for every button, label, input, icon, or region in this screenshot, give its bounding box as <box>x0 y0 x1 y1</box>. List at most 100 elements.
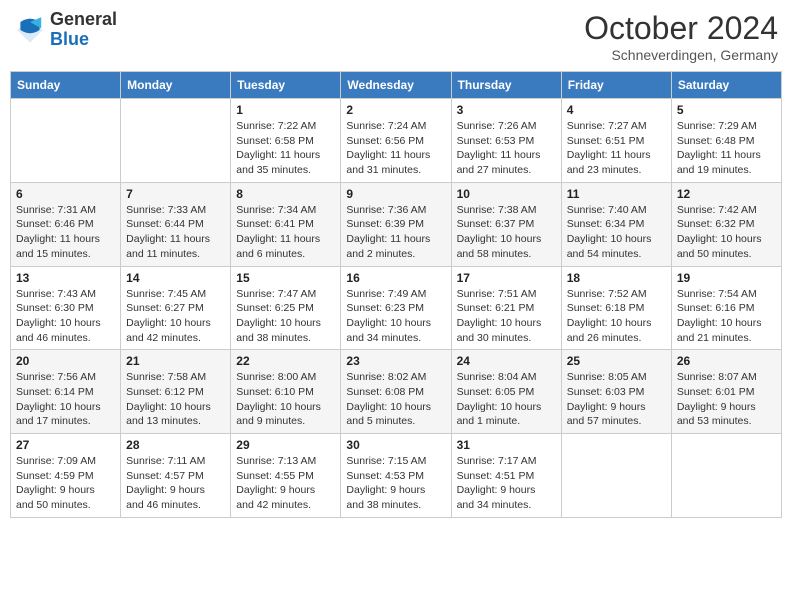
logo: General Blue <box>14 10 117 50</box>
day-info: Sunrise: 7:49 AM Sunset: 6:23 PM Dayligh… <box>346 287 445 346</box>
day-info: Sunrise: 7:52 AM Sunset: 6:18 PM Dayligh… <box>567 287 666 346</box>
calendar: SundayMondayTuesdayWednesdayThursdayFrid… <box>10 71 782 518</box>
logo-icon <box>14 14 46 46</box>
day-number: 12 <box>677 187 776 201</box>
calendar-cell: 26 Sunrise: 8:07 AM Sunset: 6:01 PM Dayli… <box>671 350 781 434</box>
day-info: Sunrise: 7:36 AM Sunset: 6:39 PM Dayligh… <box>346 203 445 262</box>
day-number: 9 <box>346 187 445 201</box>
day-number: 6 <box>16 187 115 201</box>
day-number: 10 <box>457 187 556 201</box>
calendar-cell: 20Sunrise: 7:56 AM Sunset: 6:14 PM Dayli… <box>11 350 121 434</box>
calendar-week-4: 20Sunrise: 7:56 AM Sunset: 6:14 PM Dayli… <box>11 350 782 434</box>
day-info: Sunrise: 7:54 AM Sunset: 6:16 PM Dayligh… <box>677 287 776 346</box>
month-title: October 2024 <box>584 10 778 47</box>
calendar-header: SundayMondayTuesdayWednesdayThursdayFrid… <box>11 72 782 99</box>
calendar-cell: 18 Sunrise: 7:52 AM Sunset: 6:18 PM Dayli… <box>561 266 671 350</box>
calendar-cell: 24Sunrise: 8:04 AM Sunset: 6:05 PM Dayli… <box>451 350 561 434</box>
calendar-cell: 12 Sunrise: 7:42 AM Sunset: 6:32 PM Dayli… <box>671 182 781 266</box>
day-number: 7 <box>126 187 225 201</box>
day-info: Sunrise: 7:31 AM Sunset: 6:46 PM Dayligh… <box>16 203 115 262</box>
weekday-header-thursday: Thursday <box>451 72 561 99</box>
day-number: 17 <box>457 271 556 285</box>
day-number: 14 <box>126 271 225 285</box>
day-info: Sunrise: 8:00 AM Sunset: 6:10 PM Dayligh… <box>236 370 335 429</box>
calendar-body: 1 Sunrise: 7:22 AM Sunset: 6:58 PM Daylig… <box>11 99 782 518</box>
weekday-header-saturday: Saturday <box>671 72 781 99</box>
calendar-cell: 21Sunrise: 7:58 AM Sunset: 6:12 PM Dayli… <box>121 350 231 434</box>
title-area: October 2024 Schneverdingen, Germany <box>584 10 778 63</box>
day-info: Sunrise: 7:22 AM Sunset: 6:58 PM Dayligh… <box>236 119 335 178</box>
day-info: Sunrise: 7:34 AM Sunset: 6:41 PM Dayligh… <box>236 203 335 262</box>
calendar-cell: 27Sunrise: 7:09 AM Sunset: 4:59 PM Dayli… <box>11 434 121 518</box>
day-number: 11 <box>567 187 666 201</box>
day-number: 20 <box>16 354 115 368</box>
calendar-cell: 23 Sunrise: 8:02 AM Sunset: 6:08 PM Dayli… <box>341 350 451 434</box>
calendar-cell: 16 Sunrise: 7:49 AM Sunset: 6:23 PM Dayli… <box>341 266 451 350</box>
calendar-cell: 6 Sunrise: 7:31 AM Sunset: 6:46 PM Daylig… <box>11 182 121 266</box>
day-info: Sunrise: 8:04 AM Sunset: 6:05 PM Dayligh… <box>457 370 556 429</box>
day-number: 31 <box>457 438 556 452</box>
calendar-cell: 3 Sunrise: 7:26 AM Sunset: 6:53 PM Daylig… <box>451 99 561 183</box>
day-number: 19 <box>677 271 776 285</box>
day-info: Sunrise: 8:05 AM Sunset: 6:03 PM Dayligh… <box>567 370 666 429</box>
calendar-cell: 15Sunrise: 7:47 AM Sunset: 6:25 PM Dayli… <box>231 266 341 350</box>
calendar-cell <box>121 99 231 183</box>
calendar-week-2: 6 Sunrise: 7:31 AM Sunset: 6:46 PM Daylig… <box>11 182 782 266</box>
calendar-cell: 7 Sunrise: 7:33 AM Sunset: 6:44 PM Daylig… <box>121 182 231 266</box>
day-info: Sunrise: 7:17 AM Sunset: 4:51 PM Dayligh… <box>457 454 556 513</box>
calendar-cell: 2Sunrise: 7:24 AM Sunset: 6:56 PM Daylig… <box>341 99 451 183</box>
day-info: Sunrise: 7:26 AM Sunset: 6:53 PM Dayligh… <box>457 119 556 178</box>
day-number: 5 <box>677 103 776 117</box>
day-info: Sunrise: 7:27 AM Sunset: 6:51 PM Dayligh… <box>567 119 666 178</box>
day-number: 25 <box>567 354 666 368</box>
day-info: Sunrise: 8:02 AM Sunset: 6:08 PM Dayligh… <box>346 370 445 429</box>
day-info: Sunrise: 7:40 AM Sunset: 6:34 PM Dayligh… <box>567 203 666 262</box>
calendar-week-3: 13 Sunrise: 7:43 AM Sunset: 6:30 PM Dayli… <box>11 266 782 350</box>
day-number: 26 <box>677 354 776 368</box>
calendar-cell <box>11 99 121 183</box>
weekday-header-tuesday: Tuesday <box>231 72 341 99</box>
day-number: 3 <box>457 103 556 117</box>
weekday-header-sunday: Sunday <box>11 72 121 99</box>
day-number: 15 <box>236 271 335 285</box>
day-number: 16 <box>346 271 445 285</box>
calendar-week-5: 27Sunrise: 7:09 AM Sunset: 4:59 PM Dayli… <box>11 434 782 518</box>
calendar-cell: 1 Sunrise: 7:22 AM Sunset: 6:58 PM Daylig… <box>231 99 341 183</box>
day-info: Sunrise: 7:11 AM Sunset: 4:57 PM Dayligh… <box>126 454 225 513</box>
day-number: 13 <box>16 271 115 285</box>
day-number: 18 <box>567 271 666 285</box>
day-info: Sunrise: 7:13 AM Sunset: 4:55 PM Dayligh… <box>236 454 335 513</box>
day-info: Sunrise: 7:38 AM Sunset: 6:37 PM Dayligh… <box>457 203 556 262</box>
day-info: Sunrise: 7:29 AM Sunset: 6:48 PM Dayligh… <box>677 119 776 178</box>
day-number: 30 <box>346 438 445 452</box>
day-number: 29 <box>236 438 335 452</box>
calendar-cell <box>561 434 671 518</box>
calendar-cell: 13 Sunrise: 7:43 AM Sunset: 6:30 PM Dayli… <box>11 266 121 350</box>
day-info: Sunrise: 7:42 AM Sunset: 6:32 PM Dayligh… <box>677 203 776 262</box>
weekday-header-monday: Monday <box>121 72 231 99</box>
day-info: Sunrise: 7:24 AM Sunset: 6:56 PM Dayligh… <box>346 119 445 178</box>
calendar-cell: 5 Sunrise: 7:29 AM Sunset: 6:48 PM Daylig… <box>671 99 781 183</box>
weekday-header-friday: Friday <box>561 72 671 99</box>
calendar-cell: 30Sunrise: 7:15 AM Sunset: 4:53 PM Dayli… <box>341 434 451 518</box>
day-info: Sunrise: 7:51 AM Sunset: 6:21 PM Dayligh… <box>457 287 556 346</box>
calendar-cell: 22Sunrise: 8:00 AM Sunset: 6:10 PM Dayli… <box>231 350 341 434</box>
calendar-cell <box>671 434 781 518</box>
weekday-header-row: SundayMondayTuesdayWednesdayThursdayFrid… <box>11 72 782 99</box>
calendar-cell: 31 Sunrise: 7:17 AM Sunset: 4:51 PM Dayli… <box>451 434 561 518</box>
day-number: 1 <box>236 103 335 117</box>
calendar-cell: 25 Sunrise: 8:05 AM Sunset: 6:03 PM Dayli… <box>561 350 671 434</box>
day-number: 23 <box>346 354 445 368</box>
calendar-cell: 10 Sunrise: 7:38 AM Sunset: 6:37 PM Dayli… <box>451 182 561 266</box>
location-title: Schneverdingen, Germany <box>584 47 778 63</box>
calendar-week-1: 1 Sunrise: 7:22 AM Sunset: 6:58 PM Daylig… <box>11 99 782 183</box>
calendar-cell: 17 Sunrise: 7:51 AM Sunset: 6:21 PM Dayli… <box>451 266 561 350</box>
logo-general-text: General <box>50 9 117 29</box>
day-info: Sunrise: 7:45 AM Sunset: 6:27 PM Dayligh… <box>126 287 225 346</box>
day-info: Sunrise: 8:07 AM Sunset: 6:01 PM Dayligh… <box>677 370 776 429</box>
day-info: Sunrise: 7:33 AM Sunset: 6:44 PM Dayligh… <box>126 203 225 262</box>
day-number: 8 <box>236 187 335 201</box>
calendar-cell: 29 Sunrise: 7:13 AM Sunset: 4:55 PM Dayli… <box>231 434 341 518</box>
calendar-cell: 9 Sunrise: 7:36 AM Sunset: 6:39 PM Daylig… <box>341 182 451 266</box>
day-info: Sunrise: 7:43 AM Sunset: 6:30 PM Dayligh… <box>16 287 115 346</box>
